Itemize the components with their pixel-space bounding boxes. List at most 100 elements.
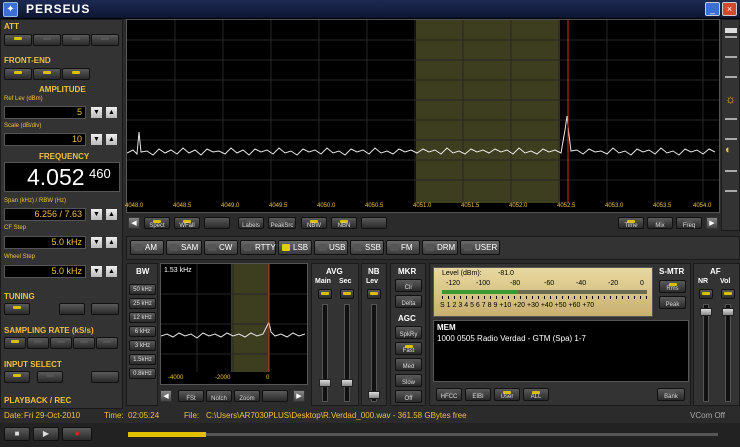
mode-rtty-button[interactable]: RTTY [240,240,276,255]
fst-button[interactable]: FSt [178,390,204,402]
wheel-step-up-icon[interactable]: ▲ [105,265,118,278]
labels-button[interactable]: Labels [238,217,264,229]
mode-user-button[interactable]: USER [460,240,500,255]
mem-list[interactable]: MEM 1000 0505 Radio Verdad - GTM (Spa) 1… [433,320,689,382]
att-button-1[interactable] [4,34,32,46]
af-vol-fader[interactable] [725,304,731,402]
frontend-button-1[interactable] [4,68,32,80]
bw-1-5khz-button[interactable]: 1.5kHz [129,354,156,365]
mem-entry[interactable]: 1000 0505 Radio Verdad - GTM (Spa) 1-7 [437,334,586,343]
input-button-1[interactable] [4,371,30,383]
nb-fader[interactable] [371,304,377,402]
wheel-step-down-icon[interactable]: ▼ [90,265,103,278]
span-field[interactable]: 6.256 / 7.63 [4,208,86,221]
contrast-icon[interactable]: ◐ [725,144,732,156]
record-button[interactable]: ● [62,427,92,441]
bw-6khz-button[interactable]: 6 kHz [129,326,156,337]
nb-knob[interactable] [368,391,380,399]
blank-button[interactable] [204,217,230,229]
smtr-peak-button[interactable]: Peak [659,296,686,309]
nb-toggle[interactable] [367,289,381,299]
freq-button[interactable]: Freq [676,217,702,229]
sampling-button-4[interactable] [73,337,95,349]
filter-right-icon[interactable]: ▶ [293,390,305,402]
span-down-icon[interactable]: ▼ [90,208,103,221]
mem-bank-button[interactable]: Bank [657,388,685,401]
mem-eibi-button[interactable]: EIBI [465,388,491,401]
frontend-button-3[interactable] [62,68,90,80]
zoom-button[interactable]: Zoom [234,390,260,402]
nbw-button[interactable]: NBW [301,217,327,229]
spect-button[interactable]: Spect [144,217,170,229]
ref-lev-up-icon[interactable]: ▲ [105,106,118,119]
sampling-button-3[interactable] [50,337,72,349]
bw-12khz-button[interactable]: 12 kHz [129,312,156,323]
af-nr-fader[interactable] [703,304,709,402]
avg-sec-toggle[interactable] [340,289,354,299]
frontend-button-2[interactable] [33,68,61,80]
avg-main-fader[interactable] [322,304,328,402]
bw-3khz-button[interactable]: 3 kHz [129,340,156,351]
agc-spkry-button[interactable]: SpkRy [395,326,422,339]
avg-sec-fader[interactable] [344,304,350,402]
scale-down-icon[interactable]: ▼ [90,133,103,146]
sampling-button-5[interactable] [96,337,118,349]
scale-field[interactable]: 10 [4,133,86,146]
af-nr-knob[interactable] [700,308,712,316]
playback-progress-track[interactable] [128,433,718,436]
avg-main-knob[interactable] [319,379,331,387]
agc-med-button[interactable]: Med [395,358,422,371]
spectrum-display[interactable]: 4048.0 4048.5 4049.0 4049.5 4050.0 4050.… [125,19,720,213]
af-vol-knob[interactable] [722,308,734,316]
notch-button[interactable]: Notch [206,390,232,402]
wheel-step-field[interactable]: 5.0 kHz [4,265,86,278]
mode-fm-button[interactable]: FM [386,240,420,255]
avg-sec-knob[interactable] [341,379,353,387]
cf-step-field[interactable]: 5.0 kHz [4,236,86,249]
sampling-button-1[interactable] [4,337,26,349]
att-button-3[interactable] [62,34,90,46]
smtr-rms-button[interactable]: Rms [659,280,686,293]
tuning-button-2[interactable] [59,303,85,315]
mode-sam-button[interactable]: SAM [166,240,202,255]
side-slider-knob[interactable] [725,28,737,33]
wfall-button[interactable]: WFall [174,217,200,229]
filter-display[interactable]: 1.53 kHz -4000 -2000 0 [160,263,308,385]
mode-cw-button[interactable]: CW [204,240,238,255]
bw-50khz-button[interactable]: 50 kHz [129,284,156,295]
att-button-2[interactable] [33,34,61,46]
bw-0-8khz-button[interactable]: 0.8kHz [129,368,156,379]
blank-button-2[interactable] [361,217,387,229]
tuning-button-1[interactable] [4,303,30,315]
ref-lev-down-icon[interactable]: ▼ [90,106,103,119]
avg-main-toggle[interactable] [318,289,332,299]
tuning-button-3[interactable] [91,303,119,315]
agc-slow-button[interactable]: Slow [395,374,422,387]
span-up-icon[interactable]: ▲ [105,208,118,221]
agc-fast-button[interactable]: Fast [395,342,422,355]
af-vol-toggle[interactable] [721,289,735,299]
scale-up-icon[interactable]: ▲ [105,133,118,146]
mode-ssb-button[interactable]: SSB [350,240,384,255]
agc-off-button[interactable]: Off [395,390,422,403]
sampling-button-2[interactable] [27,337,49,349]
nbn-button[interactable]: NBN [331,217,357,229]
cf-step-up-icon[interactable]: ▲ [105,236,118,249]
input-button-2[interactable] [37,371,63,383]
input-button-3[interactable] [91,371,119,383]
time-button[interactable]: Time [618,217,644,229]
mem-all-button[interactable]: ALL [523,388,549,401]
play-stop-button[interactable]: ■ [4,427,30,441]
af-nr-toggle[interactable] [699,289,713,299]
mem-user-button[interactable]: User [494,388,520,401]
blank-filter-button[interactable] [262,390,288,402]
peaksrc-button[interactable]: PeakSrc [268,217,296,229]
minimize-button[interactable]: _ [705,2,720,16]
play-button[interactable]: ▶ [33,427,59,441]
scroll-left-icon[interactable]: ◀ [128,217,140,229]
mode-drm-button[interactable]: DRM [422,240,458,255]
mode-lsb-button[interactable]: LSB [278,240,312,255]
att-button-4[interactable] [91,34,119,46]
mix-button[interactable]: Mix [647,217,673,229]
mode-usb-button[interactable]: USB [314,240,348,255]
